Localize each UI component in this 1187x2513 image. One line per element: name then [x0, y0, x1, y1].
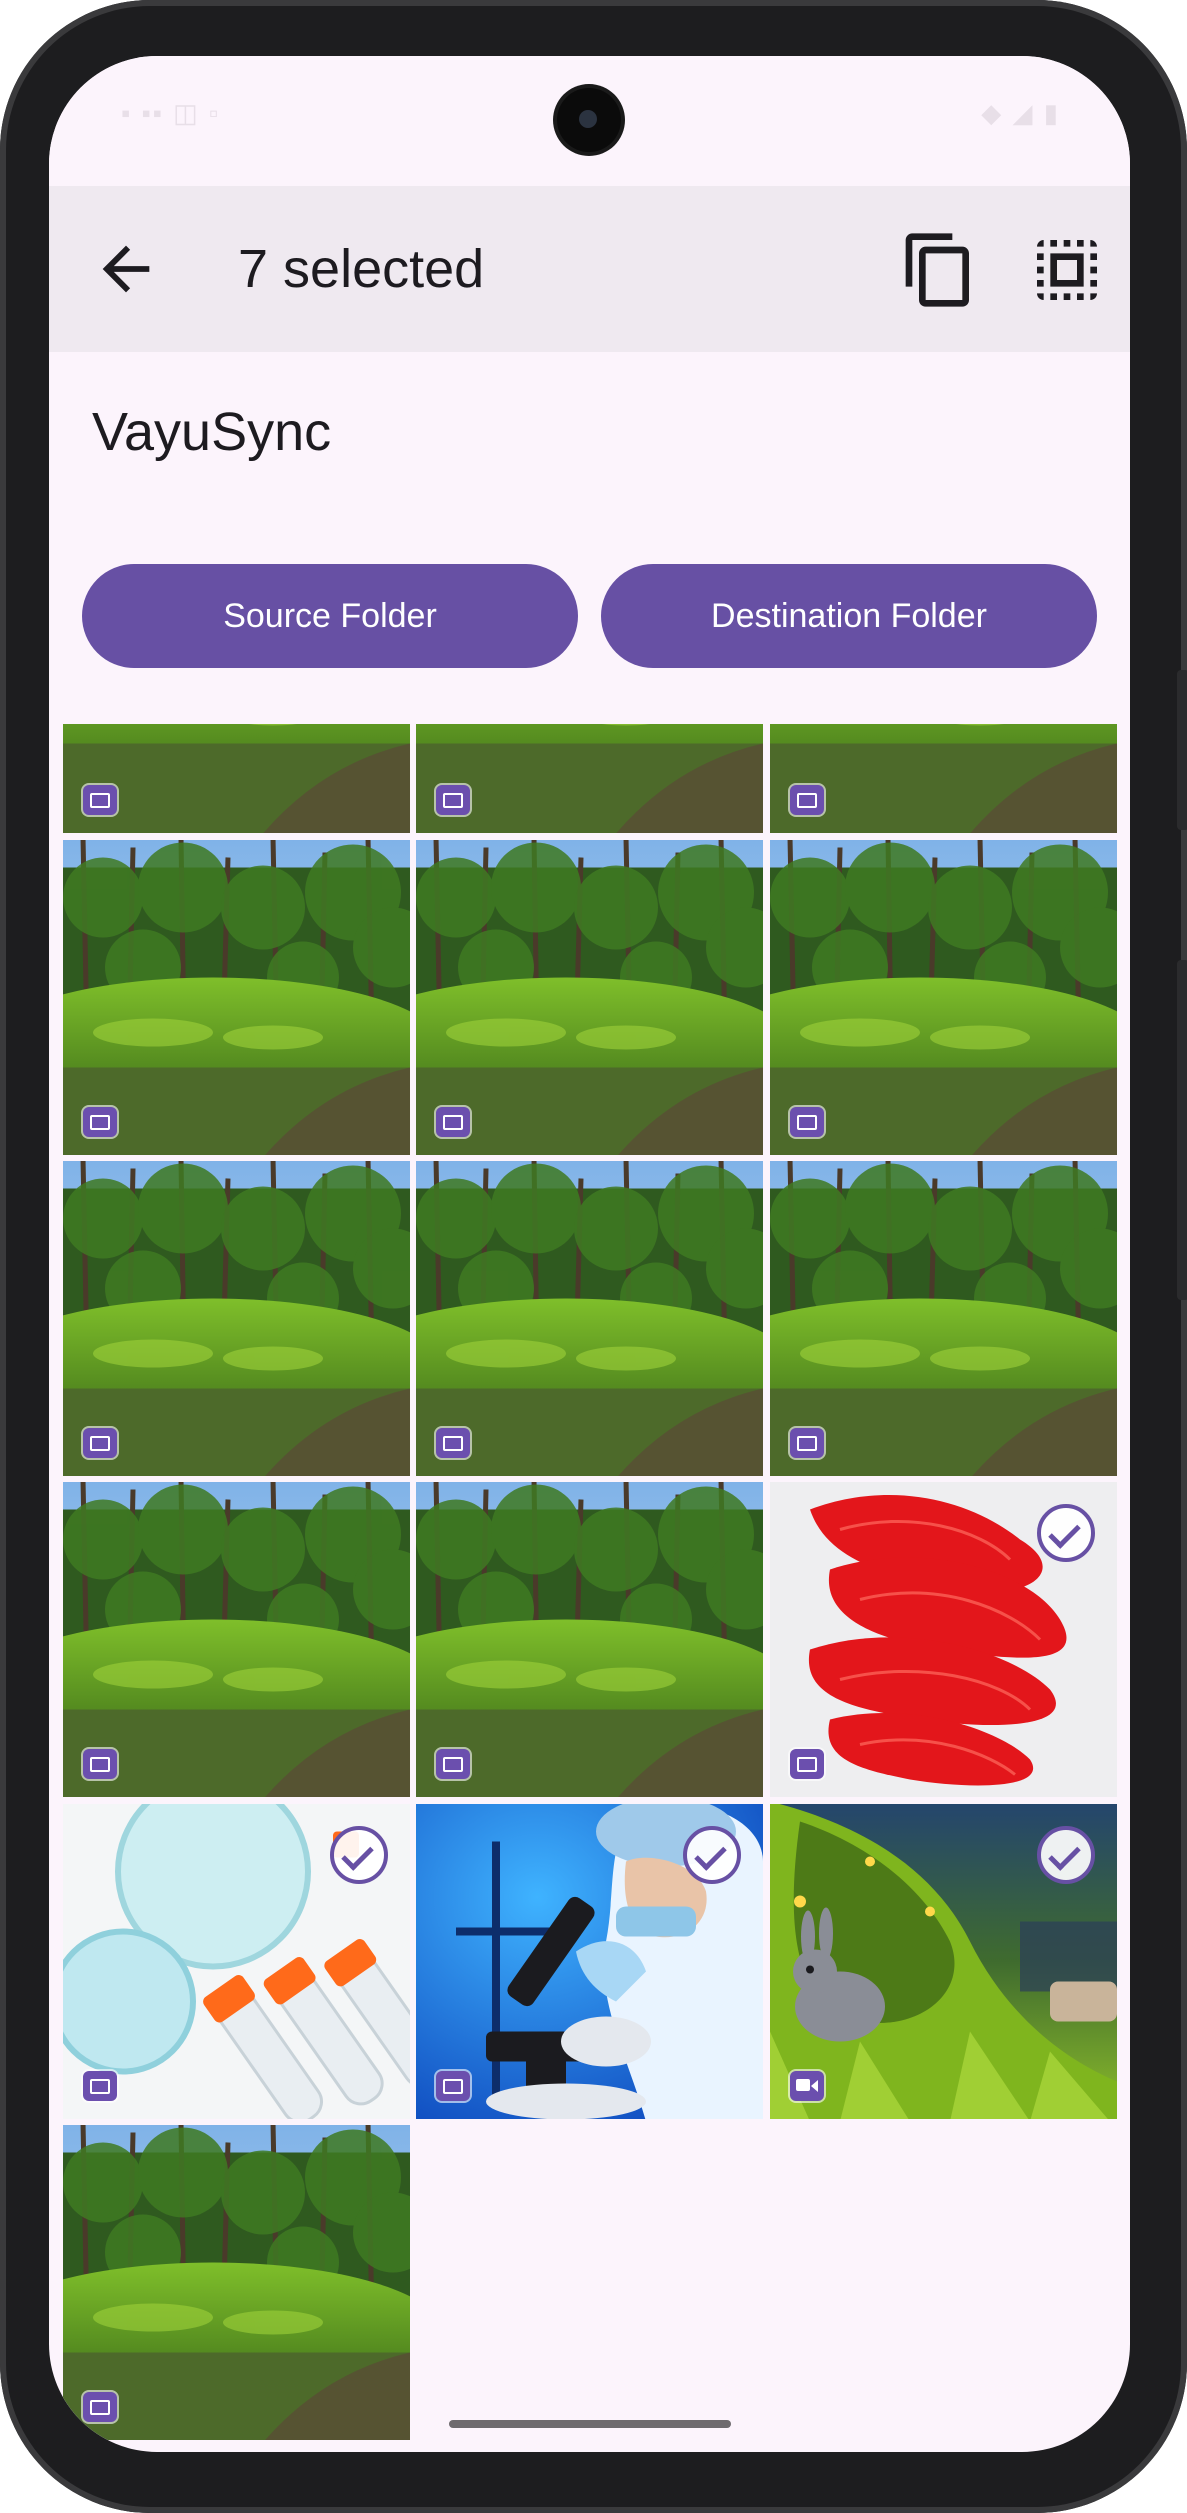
selected-check-icon[interactable] [683, 1826, 741, 1884]
image-type-icon [436, 1107, 470, 1137]
status-left-icons: ▪ ▪▪ ◫ ▫ [121, 98, 221, 128]
selected-check-icon[interactable] [1037, 1826, 1095, 1884]
image-type-icon [436, 1749, 470, 1779]
arrow-back-icon[interactable] [91, 234, 161, 304]
media-tile[interactable] [416, 840, 763, 1155]
image-type-icon [790, 1107, 824, 1137]
media-grid [63, 724, 1117, 2452]
power-button [1177, 960, 1187, 1300]
media-tile[interactable] [63, 1804, 410, 2119]
thumbnail-image [770, 724, 1117, 833]
screen: ▪ ▪▪ ◫ ▫ ◆ ◢ ▮ 7 selected VayuSync Sourc… [49, 56, 1130, 2452]
media-tile[interactable] [416, 1482, 763, 1797]
status-right-icons: ◆ ◢ ▮ [981, 98, 1060, 128]
image-type-icon [436, 1428, 470, 1458]
media-tile[interactable] [63, 724, 410, 833]
destination-folder-button[interactable]: Destination Folder [601, 564, 1097, 668]
media-tile[interactable] [770, 840, 1117, 1155]
media-tile[interactable] [416, 1161, 763, 1476]
source-folder-button[interactable]: Source Folder [82, 564, 578, 668]
volume-button [1177, 670, 1187, 830]
media-tile[interactable] [63, 1482, 410, 1797]
app-title: VayuSync [92, 402, 332, 462]
image-type-icon [790, 1428, 824, 1458]
copy-icon[interactable] [899, 230, 979, 310]
image-type-icon [83, 785, 117, 815]
selected-check-icon[interactable] [1037, 1504, 1095, 1562]
select-all-icon[interactable] [1027, 230, 1107, 310]
image-type-icon [83, 2071, 117, 2101]
phone-frame: ▪ ▪▪ ◫ ▫ ◆ ◢ ▮ 7 selected VayuSync Sourc… [0, 0, 1187, 2513]
image-type-icon [83, 2392, 117, 2422]
media-tile[interactable] [770, 1161, 1117, 1476]
video-type-icon [790, 2071, 824, 2101]
thumbnail-image [416, 724, 763, 833]
media-tile[interactable] [63, 2125, 410, 2440]
image-type-icon [790, 1749, 824, 1779]
image-type-icon [83, 1749, 117, 1779]
gesture-handle[interactable] [449, 2420, 731, 2428]
media-tile[interactable] [770, 1804, 1117, 2119]
media-tile[interactable] [63, 1161, 410, 1476]
media-tile[interactable] [63, 840, 410, 1155]
image-type-icon [83, 1107, 117, 1137]
thumbnail-image [63, 724, 410, 833]
image-type-icon [436, 2071, 470, 2101]
media-tile[interactable] [770, 724, 1117, 833]
image-type-icon [83, 1428, 117, 1458]
image-type-icon [790, 785, 824, 815]
selected-count-title: 7 selected [238, 239, 485, 299]
selected-check-icon[interactable] [330, 1826, 388, 1884]
media-tile[interactable] [416, 724, 763, 833]
top-app-bar: 7 selected [49, 186, 1130, 352]
status-bar: ▪ ▪▪ ◫ ▫ ◆ ◢ ▮ [49, 56, 1130, 186]
media-tile[interactable] [770, 1482, 1117, 1797]
media-tile[interactable] [416, 1804, 763, 2119]
front-camera [557, 88, 621, 152]
image-type-icon [436, 785, 470, 815]
